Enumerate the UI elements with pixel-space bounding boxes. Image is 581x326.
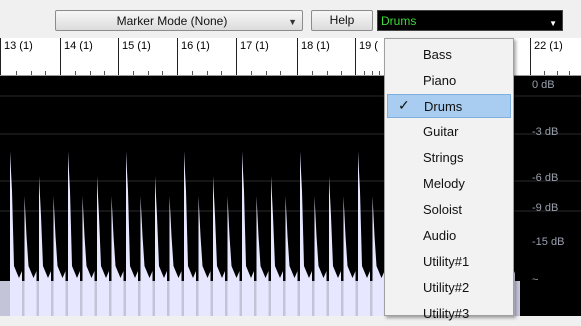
menu-item-label: Utility#3 <box>423 306 470 321</box>
ruler-tick <box>341 71 342 75</box>
ruler-tick <box>251 71 252 75</box>
menu-item-strings[interactable]: Strings <box>387 146 511 170</box>
ruler-bar: 17 (1) <box>236 38 293 75</box>
ruler-tick <box>312 71 313 75</box>
menu-item-guitar[interactable]: Guitar <box>387 120 511 144</box>
bar-number: 13 (1) <box>4 40 33 52</box>
menu-item-melody[interactable]: Melody <box>387 172 511 196</box>
ruler-tick <box>133 71 134 75</box>
ruler-tick <box>90 71 91 75</box>
menu-item-label: Strings <box>423 150 464 165</box>
ruler-tick <box>557 71 558 75</box>
ruler-tick <box>148 71 149 75</box>
db-label: -3 dB <box>532 126 559 138</box>
menu-item-soloist[interactable]: Soloist <box>387 198 511 222</box>
marker-mode-label: Marker Mode (None) <box>116 14 228 28</box>
ruler-tick <box>192 71 193 75</box>
ruler-tick <box>31 71 32 75</box>
marker-mode-dropdown[interactable]: Marker Mode (None) ▼ <box>55 10 303 31</box>
db-label: -9 dB <box>532 202 559 214</box>
bar-number: 15 (1) <box>122 40 151 52</box>
menu-item-utility3[interactable]: Utility#3 <box>387 302 511 326</box>
menu-item-label: Soloist <box>423 202 463 217</box>
bar-number: 14 (1) <box>64 40 93 52</box>
ruler-tick <box>280 71 281 75</box>
db-label: -15 dB <box>532 236 565 248</box>
ruler-tick <box>544 71 545 75</box>
ruler-tick <box>372 71 373 75</box>
track-selector-value: Drums <box>381 14 417 28</box>
ruler-tick <box>364 71 365 75</box>
menu-item-label: Utility#2 <box>423 280 470 295</box>
bar-number: 17 (1) <box>240 40 269 52</box>
ruler-tick <box>162 71 163 75</box>
menu-item-drums[interactable]: ✓ Drums <box>387 94 511 118</box>
menu-item-label: Piano <box>423 73 457 88</box>
ruler-bar: 16 (1) <box>177 38 234 75</box>
menu-item-label: Bass <box>423 47 452 62</box>
ruler-bar: 19 ( <box>355 38 386 75</box>
ruler-bar: 18 (1) <box>297 38 354 75</box>
ruler-tick <box>327 71 328 75</box>
db-label: -6 dB <box>532 172 559 184</box>
bar-number: 16 (1) <box>181 40 210 52</box>
db-label: ~ <box>532 274 539 286</box>
menu-item-utility2[interactable]: Utility#2 <box>387 276 511 300</box>
menu-item-bass[interactable]: Bass <box>387 43 511 67</box>
ruler-tick <box>104 71 105 75</box>
menu-item-label: Drums <box>424 99 463 114</box>
db-label: 0 dB <box>532 79 555 91</box>
bar-number: 19 ( <box>359 40 378 52</box>
menu-item-label: Audio <box>423 228 457 243</box>
menu-item-label: Guitar <box>423 124 459 139</box>
ruler-bar: 15 (1) <box>118 38 175 75</box>
menu-item-piano[interactable]: Piano <box>387 69 511 93</box>
ruler-tick <box>266 71 267 75</box>
ruler-tick <box>379 71 380 75</box>
ruler-tick <box>16 71 17 75</box>
track-dropdown-menu[interactable]: Bass Piano ✓ Drums Guitar Strings Melody … <box>384 38 514 321</box>
menu-item-label: Utility#1 <box>423 254 470 269</box>
menu-item-audio[interactable]: Audio <box>387 224 511 248</box>
dropdown-arrow-icon: ▼ <box>549 19 557 28</box>
bar-number: 22 (1) <box>534 40 563 52</box>
ruler-tick <box>221 71 222 75</box>
dropdown-arrow-icon: ▼ <box>288 17 297 27</box>
ruler-bar: 22 (1) <box>530 38 581 75</box>
menu-item-label: Melody <box>423 176 465 191</box>
checkmark-icon: ✓ <box>398 97 410 113</box>
ruler-tick <box>75 71 76 75</box>
menu-item-utility1[interactable]: Utility#1 <box>387 250 511 274</box>
track-selector[interactable]: Drums ▼ <box>377 10 563 31</box>
ruler-bar: 13 (1) <box>0 38 59 75</box>
ruler-tick <box>207 71 208 75</box>
help-button[interactable]: Help <box>311 10 373 31</box>
ruler-tick <box>569 71 570 75</box>
ruler-bar: 14 (1) <box>60 38 117 75</box>
ruler-tick <box>45 71 46 75</box>
bar-number: 18 (1) <box>301 40 330 52</box>
toolbar: Marker Mode (None) ▼ Help Drums ▼ <box>0 0 581 38</box>
